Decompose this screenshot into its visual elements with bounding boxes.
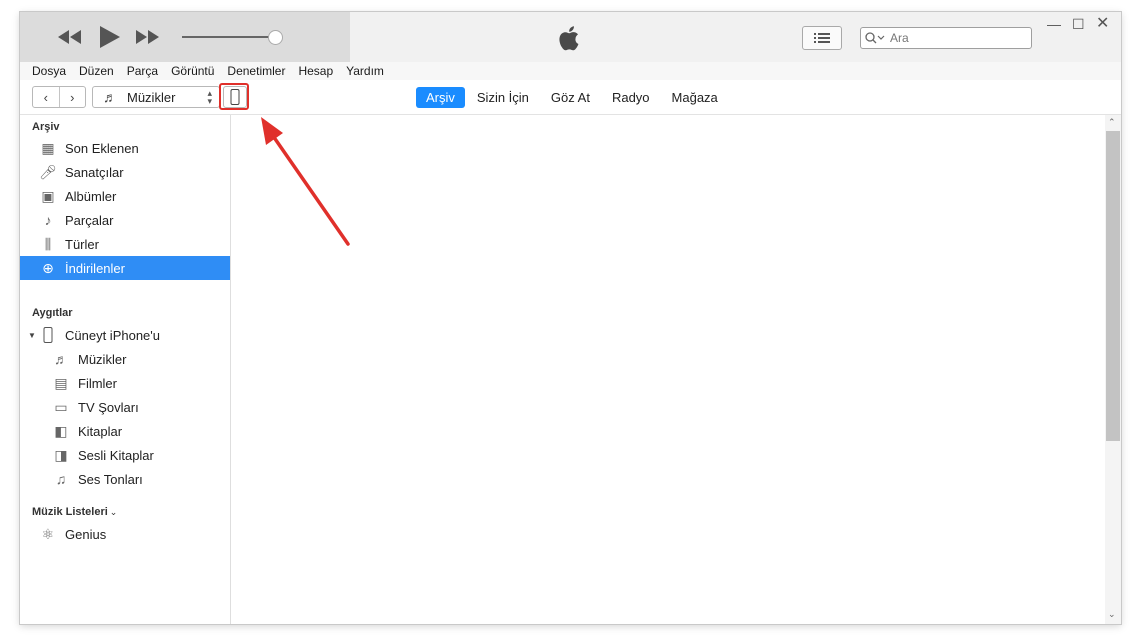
volume-track: [182, 36, 274, 38]
sidebar-item-device-tv[interactable]: ▭ TV Şovları: [20, 395, 230, 419]
sidebar-item-label: Cüneyt iPhone'u: [65, 327, 160, 343]
search-field[interactable]: Ara: [860, 27, 1032, 49]
download-icon: ⊕: [42, 259, 54, 276]
forward-button[interactable]: ›: [60, 87, 86, 107]
tab-for-you[interactable]: Sizin İçin: [467, 87, 539, 108]
sidebar-item-genius[interactable]: ⚛ Genius: [20, 522, 230, 546]
itunes-window: Ara — ☐ ✕ Dosya Düzen Parça Görüntü Dene…: [20, 12, 1121, 624]
album-icon: ▣: [41, 187, 55, 204]
chevron-down-icon: ⌄: [109, 506, 118, 517]
sidebar-item-label: Parçalar: [65, 212, 114, 228]
microphone-icon: 🎤︎: [39, 163, 57, 180]
tab-radio[interactable]: Radyo: [602, 87, 660, 108]
sidebar-item-albums[interactable]: ▣ Albümler: [20, 184, 230, 208]
scrollbar-thumb[interactable]: [1106, 131, 1120, 441]
main-content-area: [231, 115, 1105, 624]
tab-library[interactable]: Arşiv: [416, 87, 465, 108]
menu-account[interactable]: Hesap: [292, 64, 340, 78]
sidebar: Arşiv ▦ Son Eklenen 🎤︎ Sanatçılar ▣ Albü…: [20, 115, 231, 624]
sidebar-item-label: Genius: [65, 526, 107, 542]
scroll-up-icon[interactable]: ⌃: [1108, 117, 1116, 128]
sidebar-section-devices: Aygıtlar: [32, 307, 73, 319]
sidebar-item-label: Albümler: [65, 188, 117, 204]
player-controls: [20, 12, 350, 62]
sidebar-item-downloaded[interactable]: ⊕ İndirilenler: [20, 256, 230, 280]
sidebar-item-label: Ses Tonları: [78, 471, 143, 487]
sidebar-item-artists[interactable]: 🎤︎ Sanatçılar: [20, 160, 230, 184]
volume-slider[interactable]: [268, 30, 283, 45]
up-next-button[interactable]: [802, 26, 842, 50]
sidebar-item-label: Sesli Kitaplar: [78, 447, 154, 463]
menu-song[interactable]: Parça: [121, 64, 165, 78]
bell-icon: ♫: [55, 471, 67, 487]
sidebar-item-label: Türler: [65, 236, 99, 252]
chevron-right-icon: ›: [70, 89, 75, 105]
navigation-buttons: ‹ ›: [32, 86, 86, 108]
sidebar-item-device[interactable]: ▼ Cüneyt iPhone'u: [20, 323, 230, 347]
sidebar-item-device-audiobooks[interactable]: ◨ Sesli Kitaplar: [20, 443, 230, 467]
search-icon: [865, 32, 885, 44]
scroll-down-icon[interactable]: ⌄: [1108, 609, 1116, 620]
sidebar-item-device-books[interactable]: ◧ Kitaplar: [20, 419, 230, 443]
music-note-icon: ♬: [103, 89, 117, 105]
tv-icon: ▭: [54, 398, 68, 415]
menu-edit[interactable]: Düzen: [73, 64, 121, 78]
menu-controls[interactable]: Denetimler: [221, 64, 292, 78]
sidebar-section-library: Arşiv: [32, 121, 60, 133]
film-icon: ▤: [54, 374, 68, 391]
fast-forward-icon[interactable]: [136, 30, 160, 44]
top-tabs: Arşiv Sizin İçin Göz At Radyo Mağaza: [416, 87, 730, 108]
sidebar-item-label: Kitaplar: [78, 423, 123, 439]
menu-bar: Dosya Düzen Parça Görüntü Denetimler Hes…: [20, 62, 1121, 80]
vertical-scrollbar[interactable]: ⌃ ⌄: [1105, 115, 1121, 624]
chevron-left-icon: ‹: [43, 89, 48, 105]
apple-logo-icon: [559, 26, 579, 51]
sidebar-item-label: Sanatçılar: [65, 164, 124, 180]
tab-browse[interactable]: Göz At: [541, 87, 600, 108]
toolbar: ‹ › ♬ Müzikler ▴ ▾ Arşiv Sizin İçin Göz A…: [20, 80, 1121, 115]
play-icon[interactable]: [100, 26, 120, 48]
audiobook-icon: ◨: [54, 446, 68, 463]
sidebar-item-label: Son Eklenen: [65, 140, 139, 156]
sidebar-item-label: İndirilenler: [65, 260, 125, 276]
maximize-button[interactable]: ☐: [1072, 17, 1085, 31]
sidebar-item-recently-added[interactable]: ▦ Son Eklenen: [20, 136, 230, 160]
sidebar-item-device-tones[interactable]: ♫ Ses Tonları: [20, 467, 230, 491]
back-button[interactable]: ‹: [33, 87, 60, 107]
sidebar-item-label: TV Şovları: [78, 399, 139, 415]
note-icon: ♪: [44, 212, 52, 228]
playlists-title: Müzik Listeleri: [32, 506, 108, 518]
close-button[interactable]: ✕: [1096, 16, 1109, 32]
atom-icon: ⚛: [41, 525, 55, 542]
sidebar-item-genres[interactable]: ⫼ Türler: [20, 232, 230, 256]
media-type-select[interactable]: ♬ Müzikler ▴ ▾: [92, 86, 220, 108]
rewind-icon[interactable]: [58, 30, 82, 44]
disclosure-triangle-icon[interactable]: ▼: [28, 331, 38, 340]
sidebar-item-label: Müzikler: [78, 351, 127, 367]
genres-icon: ⫼: [44, 235, 52, 252]
updown-chevron-icon: ▴ ▾: [207, 88, 212, 106]
sidebar-section-playlists[interactable]: Müzik Listeleri ⌄: [32, 506, 117, 518]
sidebar-item-device-movies[interactable]: ▤ Filmler: [20, 371, 230, 395]
title-bar: Ara — ☐ ✕: [20, 12, 1121, 63]
menu-file[interactable]: Dosya: [26, 64, 73, 78]
grid-icon: ▦: [41, 139, 55, 156]
sidebar-item-device-music[interactable]: ♬ Müzikler: [20, 347, 230, 371]
annotation-highlight-box: [219, 83, 249, 110]
menu-view[interactable]: Görüntü: [165, 64, 221, 78]
minimize-button[interactable]: —: [1047, 17, 1061, 31]
iphone-icon: [38, 326, 58, 344]
search-placeholder: Ara: [890, 31, 909, 45]
media-type-label: Müzikler: [127, 89, 176, 105]
note-icon: ♬: [54, 351, 68, 367]
tab-store[interactable]: Mağaza: [662, 87, 728, 108]
book-icon: ◧: [54, 422, 68, 439]
sidebar-item-songs[interactable]: ♪ Parçalar: [20, 208, 230, 232]
sidebar-item-label: Filmler: [78, 375, 117, 391]
list-icon: [814, 33, 830, 43]
menu-help[interactable]: Yardım: [340, 64, 391, 78]
